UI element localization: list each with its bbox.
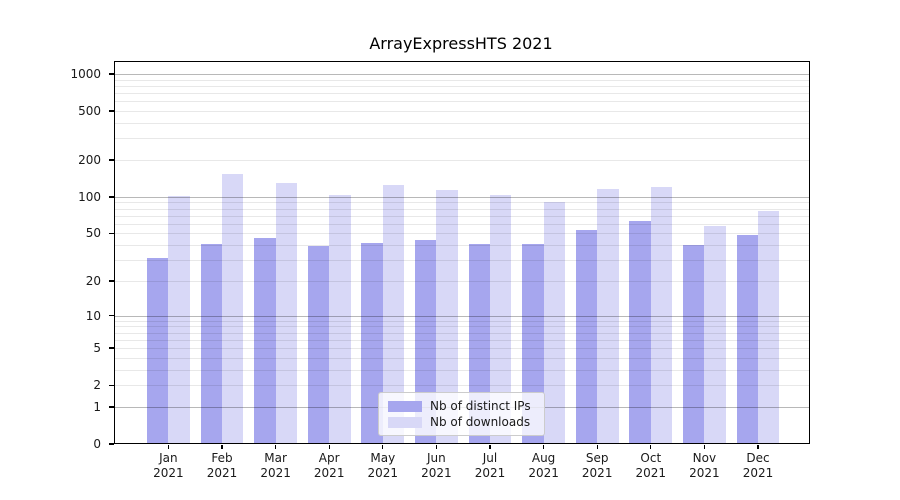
x-tick-label-jun-2021: Jun 2021 bbox=[421, 451, 452, 480]
y-tick-mark-200 bbox=[108, 159, 114, 161]
bar-downloads-jan-2021 bbox=[168, 195, 190, 444]
x-tick-mark-jan-2021 bbox=[167, 444, 170, 449]
x-tick-mark-oct-2021 bbox=[650, 444, 652, 449]
bar-downloads-oct-2021 bbox=[650, 186, 673, 444]
y-tick-label-20: 20 bbox=[85, 273, 101, 288]
bar-ips-feb-2021 bbox=[200, 243, 222, 444]
x-tick-label-oct-2021: Oct 2021 bbox=[635, 451, 667, 480]
x-tick-mark-dec-2021 bbox=[757, 444, 759, 449]
legend-item-distinct-ips: Nb of distinct IPs bbox=[388, 398, 536, 414]
y-tick-mark-500 bbox=[108, 110, 114, 112]
x-tick-mark-apr-2021 bbox=[328, 444, 330, 449]
x-tick-mark-nov-2021 bbox=[703, 444, 706, 449]
x-tick-label-mar-2021: Mar 2021 bbox=[260, 451, 291, 480]
y-tick-label-500: 500 bbox=[78, 104, 101, 119]
bar-downloads-dec-2021 bbox=[758, 210, 780, 444]
y-tick-mark-0 bbox=[108, 443, 114, 445]
figure: ArrayExpressHTS 2021 Nb of distinct IPs … bbox=[0, 0, 900, 500]
bar-ips-oct-2021 bbox=[629, 221, 651, 444]
y-tick-label-0: 0 bbox=[93, 437, 101, 451]
bar-downloads-mar-2021 bbox=[275, 183, 297, 444]
legend-item-downloads: Nb of downloads bbox=[388, 414, 536, 430]
x-tick-label-aug-2021: Aug 2021 bbox=[528, 451, 559, 480]
y-tick-label-100: 100 bbox=[78, 189, 101, 204]
x-tick-mark-jun-2021 bbox=[435, 444, 438, 449]
legend-swatch-downloads bbox=[388, 416, 422, 428]
legend-label-distinct-ips: Nb of distinct IPs bbox=[430, 399, 531, 413]
y-tick-label-1: 1 bbox=[93, 399, 101, 414]
y-tick-mark-2 bbox=[108, 384, 114, 386]
bars-layer bbox=[114, 61, 810, 444]
y-tick-label-1000: 1000 bbox=[70, 67, 101, 82]
y-tick-label-2: 2 bbox=[93, 378, 101, 393]
x-tick-label-jan-2021: Jan 2021 bbox=[153, 451, 184, 480]
y-tick-mark-100 bbox=[108, 196, 114, 198]
y-tick-mark-5 bbox=[108, 347, 114, 349]
x-tick-label-dec-2021: Dec 2021 bbox=[742, 451, 774, 480]
bar-ips-mar-2021 bbox=[254, 237, 276, 444]
x-tick-label-sep-2021: Sep 2021 bbox=[581, 451, 613, 480]
bar-downloads-aug-2021 bbox=[543, 201, 565, 444]
y-tick-label-5: 5 bbox=[93, 341, 101, 356]
y-tick-label-50: 50 bbox=[85, 226, 101, 241]
bar-ips-apr-2021 bbox=[307, 246, 330, 444]
y-tick-label-10: 10 bbox=[85, 308, 101, 323]
x-tick-mark-aug-2021 bbox=[542, 444, 545, 449]
x-tick-mark-jul-2021 bbox=[489, 444, 491, 449]
bar-ips-sep-2021 bbox=[575, 230, 598, 444]
bar-downloads-nov-2021 bbox=[704, 225, 726, 444]
y-tick-mark-10 bbox=[108, 314, 114, 317]
bar-ips-jan-2021 bbox=[147, 258, 169, 444]
legend-label-downloads: Nb of downloads bbox=[430, 415, 531, 429]
bar-downloads-apr-2021 bbox=[329, 195, 351, 444]
x-tick-mark-sep-2021 bbox=[596, 444, 598, 449]
y-tick-label-200: 200 bbox=[78, 153, 101, 167]
bar-ips-dec-2021 bbox=[736, 234, 758, 444]
bar-ips-nov-2021 bbox=[683, 245, 705, 444]
bar-downloads-feb-2021 bbox=[222, 174, 244, 444]
y-tick-mark-50 bbox=[108, 232, 114, 235]
x-tick-mark-mar-2021 bbox=[274, 444, 277, 449]
x-tick-mark-feb-2021 bbox=[221, 444, 223, 449]
y-tick-mark-1 bbox=[108, 406, 114, 408]
x-tick-label-nov-2021: Nov 2021 bbox=[689, 451, 720, 480]
plot-area bbox=[113, 61, 810, 444]
x-tick-mark-may-2021 bbox=[382, 444, 384, 449]
x-tick-label-apr-2021: Apr 2021 bbox=[313, 451, 345, 480]
legend: Nb of distinct IPs Nb of downloads bbox=[378, 392, 545, 436]
x-tick-label-jul-2021: Jul 2021 bbox=[474, 451, 506, 480]
chart-title: ArrayExpressHTS 2021 bbox=[369, 34, 553, 53]
legend-swatch-distinct-ips bbox=[388, 400, 422, 412]
y-tick-mark-20 bbox=[108, 280, 114, 282]
bar-downloads-sep-2021 bbox=[597, 188, 619, 444]
y-tick-mark-1000 bbox=[108, 73, 114, 75]
x-tick-label-feb-2021: Feb 2021 bbox=[206, 451, 238, 480]
x-tick-label-may-2021: May 2021 bbox=[367, 451, 399, 480]
